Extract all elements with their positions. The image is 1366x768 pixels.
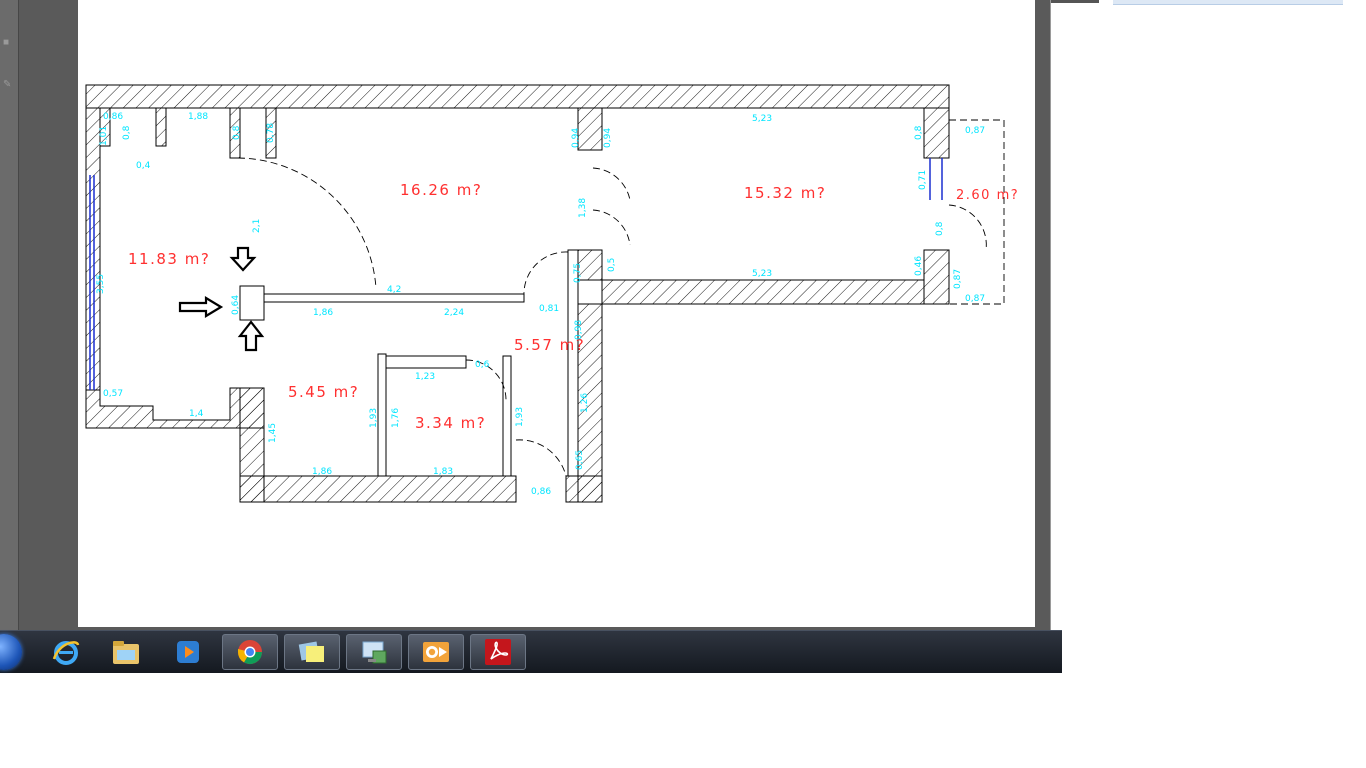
door-swing [592, 209, 631, 246]
viewer-side-toolbar: ■ ✎ [0, 0, 19, 630]
arrow-up-icon [237, 320, 265, 352]
dimension-label: 1,86 [312, 467, 332, 477]
mid-wall [601, 279, 925, 305]
dimension-label: 0,94 [603, 128, 613, 148]
dimension-label: 0,87 [965, 294, 985, 304]
dimension-label: 2,1 [252, 219, 262, 233]
area-label: 3.34 m? [415, 414, 486, 432]
dimension-label: 1,93 [369, 408, 379, 428]
floor-plan-drawing: 11.83 m? 16.26 m? 15.32 m? 2.60 m? 5.57 … [85, 84, 1019, 503]
dimension-label: 0,87 [953, 269, 963, 289]
dimension-label: 0,46 [914, 256, 924, 276]
right-wall-top [923, 107, 950, 159]
internet-explorer-icon[interactable] [38, 634, 94, 670]
remote-desktop-icon[interactable] [346, 634, 402, 670]
top-wall [85, 84, 950, 109]
dimension-label: 0,4 [136, 161, 151, 171]
dimension-label: 1,83 [433, 467, 453, 477]
dimension-label: 1,45 [268, 423, 278, 443]
dimension-label: 1,93 [515, 407, 525, 427]
door-swing [515, 439, 567, 477]
dimension-label: 0,8 [914, 125, 924, 140]
dimension-label: 0,8 [122, 125, 132, 140]
dimension-label: 0,86 [531, 487, 551, 497]
wall-pier [155, 107, 167, 147]
sticky-notes-icon[interactable] [284, 634, 340, 670]
taskbar [0, 630, 1062, 673]
start-button[interactable] [0, 634, 22, 670]
dimension-label: 5,23 [752, 114, 772, 124]
arrow-right-icon [178, 296, 224, 318]
left-wall [85, 107, 101, 391]
dimension-label: 0,86 [103, 112, 123, 122]
dimension-label: 1,88 [188, 112, 208, 122]
right-wall-bottom [923, 249, 950, 305]
dimension-label: 0,8 [232, 125, 242, 140]
acrobat-reader-icon[interactable] [470, 634, 526, 670]
dimension-label: 0,64 [231, 295, 241, 315]
dimension-label: 1,4 [189, 409, 204, 419]
dimension-label: 1,86 [313, 308, 333, 318]
dimension-label: 4,2 [387, 285, 401, 295]
dimension-label: 0,5 [607, 258, 617, 272]
dimension-label: 1,26 [580, 393, 590, 413]
dimension-label: 0,81 [539, 304, 559, 314]
dimension-label: 0,78 [266, 123, 276, 143]
dimension-label: 1,23 [415, 372, 435, 382]
area-label: 15.32 m? [744, 184, 826, 202]
door-swing [948, 204, 987, 251]
dimension-label: 2,24 [444, 308, 464, 318]
dimension-label: 3,55 [96, 274, 106, 294]
dimension-label: 0,98 [574, 320, 584, 340]
file-explorer-icon[interactable] [98, 634, 154, 670]
door-swing [592, 167, 631, 201]
bottom-wall-right [565, 475, 603, 503]
bottom-wall [239, 475, 517, 503]
panel-tab[interactable] [1113, 0, 1343, 5]
dimension-label: 5,23 [752, 269, 772, 279]
dimension-label: 0,71 [918, 170, 928, 190]
partition-wall [377, 353, 387, 477]
media-player-icon[interactable] [160, 634, 216, 670]
dimension-label: 0,75 [573, 263, 583, 283]
dimension-label: 1,76 [391, 408, 401, 428]
side-tool-icon[interactable]: ■ [3, 38, 15, 48]
partition-wall [263, 293, 525, 303]
panel-tab[interactable] [1051, 0, 1099, 3]
area-label: 5.45 m? [288, 383, 359, 401]
side-panel [1050, 0, 1366, 630]
document-page: 11.83 m? 16.26 m? 15.32 m? 2.60 m? 5.57 … [78, 0, 1035, 627]
dimension-label: 1,38 [578, 198, 588, 218]
chrome-icon[interactable] [222, 634, 278, 670]
dimension-label: 0,87 [965, 126, 985, 136]
column [239, 285, 265, 321]
outlook-icon[interactable] [408, 634, 464, 670]
dimension-label: 0,57 [103, 389, 123, 399]
side-tool-icon[interactable]: ✎ [3, 80, 15, 90]
partition-wall [502, 355, 512, 477]
area-label: 16.26 m? [400, 181, 482, 199]
arrow-down-icon [229, 246, 257, 272]
area-label: 11.83 m? [128, 250, 210, 268]
dimension-label: 1,01 [99, 126, 109, 146]
wall-pier [577, 107, 603, 151]
door-swing [523, 251, 569, 297]
area-label: 2.60 m? [956, 188, 1019, 203]
partition-wall [385, 355, 467, 369]
dimension-label: 0,8 [935, 221, 945, 236]
dimension-label: 0,6 [475, 360, 490, 370]
dimension-label: 0,65 [575, 450, 585, 470]
dimension-label: 0,94 [571, 128, 581, 148]
